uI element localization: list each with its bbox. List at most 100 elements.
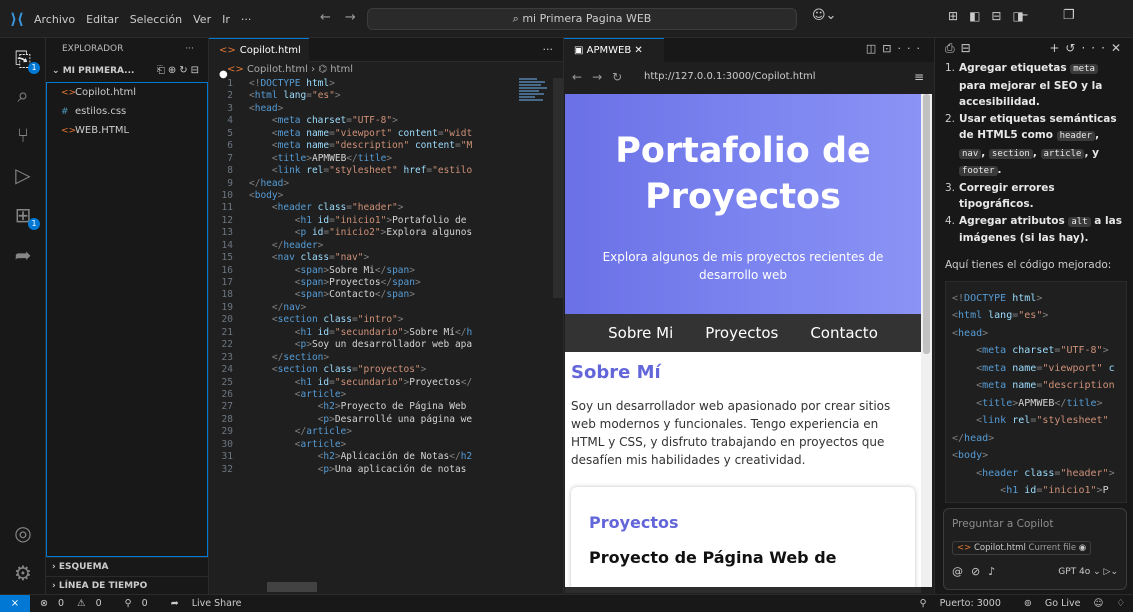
code-line[interactable]: 21 <h1 id="secundario">Sobre Mí</h — [209, 327, 563, 339]
workspace-folder[interactable]: ⌄ MI PRIMERA... ⎗⊕↻⊟ — [46, 60, 208, 82]
code-line[interactable]: 9 </head> — [209, 178, 563, 190]
source-control-icon[interactable]: ⑂ — [10, 122, 36, 148]
file-item[interactable]: <>Copilot.html — [47, 83, 207, 102]
code-line[interactable]: 32 <p>Una aplicación de notas — [209, 464, 563, 476]
menu-item-seleccin[interactable]: Selección — [130, 13, 182, 26]
new-chat-icon[interactable]: + — [1049, 41, 1065, 55]
breadcrumb-file[interactable]: Copilot.html — [247, 64, 308, 75]
history-icon[interactable]: ↺ — [1065, 41, 1081, 55]
code-line[interactable]: 24 <section class="proyectos"> — [209, 364, 563, 376]
minimap[interactable] — [519, 78, 549, 118]
code-line[interactable]: 15 <nav class="nav"> — [209, 252, 563, 264]
code-line[interactable]: 20 <section class="intro"> — [209, 314, 563, 326]
notifications-icon[interactable]: ♢ — [1116, 598, 1125, 609]
copilot-code-block[interactable]: <!DOCTYPE html> <html lang="es"> <head> <m… — [945, 280, 1127, 503]
toggle-sidebar-icon[interactable]: ◧ — [969, 9, 980, 23]
settings-gear-icon[interactable]: ⚙ — [10, 560, 36, 586]
code-line[interactable]: 23 </section> — [209, 352, 563, 364]
back-arrow-icon[interactable]: ← — [320, 10, 345, 25]
code-line[interactable]: 18 <span>Contacto</span> — [209, 289, 563, 301]
nav-link-contacto[interactable]: Contacto — [810, 324, 878, 342]
current-file-chip[interactable]: <> Copilot.html Current file ◉ — [952, 541, 1092, 555]
code-line[interactable]: 28 <p>Desarrollé una página we — [209, 414, 563, 426]
more-actions-icon[interactable]: ··· — [185, 38, 194, 60]
code-line[interactable]: 22 <p>Soy un desarrollador web apa — [209, 339, 563, 351]
code-line[interactable]: 25 <h1 id="secundario">Proyectos</ — [209, 377, 563, 389]
menu-item-ir[interactable]: Ir — [222, 13, 230, 26]
close-icon[interactable]: ✕ — [631, 45, 642, 56]
code-line[interactable]: 30 <article> — [209, 439, 563, 451]
back-arrow-icon[interactable]: ← — [572, 70, 592, 84]
menu-item-[interactable]: ··· — [241, 13, 252, 26]
collapse-all-icon[interactable]: ⊟ — [191, 65, 202, 76]
editor-vertical-scrollbar[interactable] — [553, 78, 563, 298]
breadcrumb-element[interactable]: html — [330, 64, 353, 75]
live-share-status[interactable]: ➦ Live Share — [171, 598, 252, 609]
reload-icon[interactable]: ↻ — [612, 70, 632, 84]
nav-link-proyectos[interactable]: Proyectos — [705, 324, 778, 342]
remote-icon[interactable]: ⨯ — [0, 595, 30, 612]
more-actions-icon[interactable]: ··· — [1081, 41, 1110, 55]
eye-icon[interactable]: ◉ — [1076, 543, 1086, 553]
scroll-thumb[interactable] — [923, 94, 930, 354]
ports-indicator[interactable]: ⚲ 0 — [125, 598, 158, 609]
outline-section[interactable]: › ESQUEMA — [46, 557, 208, 576]
copilot-chat-input[interactable]: Preguntar a Copilot <> Copilot.html Curr… — [943, 508, 1127, 590]
customize-layout-icon[interactable]: ⊞ — [948, 9, 958, 23]
code-line[interactable]: 27 <h2>Proyecto de Página Web — [209, 401, 563, 413]
mention-icon[interactable]: @ — [952, 565, 971, 578]
code-line[interactable]: 31 <h2>Aplicación de Notas</h2 — [209, 451, 563, 463]
port-status[interactable]: ⚲ Puerto: 3000 — [910, 598, 1001, 609]
copilot-status-icon[interactable]: ☺ — [1094, 598, 1104, 609]
code-line[interactable]: 12 <h1 id="inicio1">Portafolio de — [209, 215, 563, 227]
code-lines[interactable]: 1 <!DOCTYPE html> 2 <html lang="es"> 3 <head>… — [209, 78, 563, 476]
code-line[interactable]: 8 <link rel="stylesheet" href="estilo — [209, 165, 563, 177]
code-line[interactable]: 4 <meta charset="UTF-8"> — [209, 115, 563, 127]
more-actions-icon[interactable]: ··· — [898, 42, 927, 55]
copilot-menu-icon[interactable]: ☺⌄ — [812, 8, 836, 23]
attach-icon[interactable]: ⊘ — [971, 565, 988, 578]
code-line[interactable]: 17 <span>Proyectos</span> — [209, 277, 563, 289]
browser-vertical-scrollbar[interactable] — [921, 94, 932, 587]
file-item[interactable]: # estilos.css — [47, 102, 207, 121]
code-line[interactable]: 14 </header> — [209, 240, 563, 252]
send-icon[interactable]: ▷⌄ — [1104, 567, 1118, 577]
file-item[interactable]: <>WEB.HTML — [47, 121, 207, 140]
command-center-search[interactable]: ⌕ mi Primera Pagina WEB — [367, 8, 797, 30]
code-line[interactable]: 3 <head> — [209, 103, 563, 115]
chat-history-icon[interactable]: ⊟ — [961, 41, 977, 55]
minimize-icon[interactable]: − — [1018, 8, 1029, 23]
code-line[interactable]: 7 <title>APMWEB</title> — [209, 153, 563, 165]
model-picker[interactable]: GPT 4o ⌄ ▷⌄ — [1058, 567, 1118, 577]
extensions-icon[interactable]: ⊞ 1 — [10, 202, 40, 230]
run-debug-icon[interactable]: ▷ — [10, 162, 36, 188]
code-line[interactable]: 2 <html lang="es"> — [209, 90, 563, 102]
restore-icon[interactable]: ❐ — [1063, 8, 1075, 23]
code-line[interactable]: 1 <!DOCTYPE html> — [209, 78, 563, 90]
new-folder-icon[interactable]: ⊕ — [168, 65, 179, 76]
new-file-icon[interactable]: ⎗ — [157, 65, 168, 76]
refresh-icon[interactable]: ↻ — [179, 65, 190, 76]
go-live-button[interactable]: ⊚ Go Live — [1014, 598, 1081, 609]
toggle-panel-icon[interactable]: ⊟ — [991, 9, 1001, 23]
lock-icon[interactable]: ⊡ — [882, 42, 897, 55]
chat-edits-icon[interactable]: ⎙ — [945, 41, 961, 55]
tab-apmweb[interactable]: ▣ APMWEB ✕ — [564, 38, 664, 62]
microphone-icon[interactable]: ♪ — [988, 565, 1003, 578]
browser-horizontal-scrollbar[interactable] — [565, 587, 921, 593]
code-line[interactable]: 26 <article> — [209, 389, 563, 401]
url-input[interactable]: http://127.0.0.1:3000/Copilot.html — [644, 71, 816, 82]
code-line[interactable]: 16 <span>Sobre Mi</span> — [209, 265, 563, 277]
forward-arrow-icon[interactable]: → — [592, 70, 612, 84]
search-activity-icon[interactable]: ⌕ — [10, 82, 36, 108]
close-icon[interactable]: ✕ — [1111, 41, 1127, 55]
code-line[interactable]: 5 <meta name="viewport" content="widt — [209, 128, 563, 140]
menu-item-archivo[interactable]: Archivo — [34, 13, 75, 26]
hamburger-menu-icon[interactable]: ≡ — [914, 70, 924, 84]
explorer-files-icon[interactable]: ⎘ 1 — [10, 46, 40, 74]
code-line[interactable]: 10 <body> — [209, 190, 563, 202]
timeline-section[interactable]: › LÍNEA DE TIEMPO — [46, 576, 208, 595]
accounts-icon[interactable]: ◎ — [10, 520, 36, 546]
live-share-activity-icon[interactable]: ➦ — [10, 242, 36, 268]
editor-more-icon[interactable]: ··· — [543, 43, 554, 56]
